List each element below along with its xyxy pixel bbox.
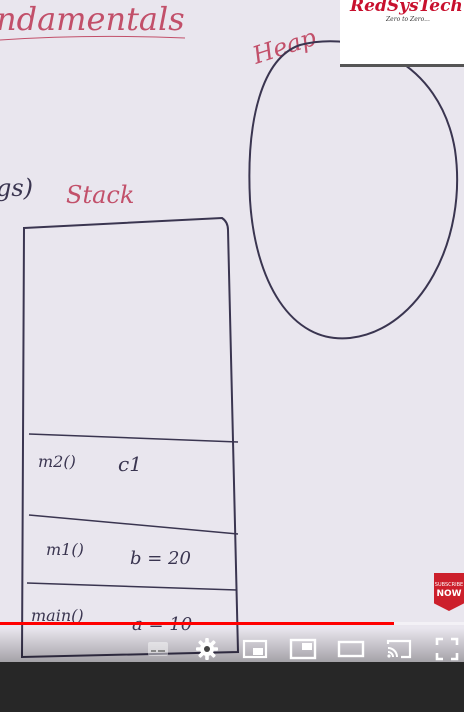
stack-label: Stack bbox=[66, 181, 134, 209]
subtitles-button[interactable] bbox=[143, 634, 173, 664]
subscribe-small-text: SUBSCRIBE bbox=[434, 582, 464, 588]
subscribe-badge[interactable]: SUBSCRIBE NOW bbox=[434, 573, 464, 611]
frame-method-label: m2() bbox=[38, 452, 76, 471]
video-frame[interactable]: ndamentals gs) Stack Heap m2() c1 m1() b… bbox=[0, 0, 464, 662]
heap-label: Heap bbox=[248, 23, 319, 70]
cast-button[interactable] bbox=[384, 634, 414, 664]
fullscreen-icon bbox=[435, 637, 459, 661]
miniplayer-button[interactable] bbox=[240, 634, 270, 664]
progress-played bbox=[0, 622, 395, 625]
brand-text: RedSysTech bbox=[350, 0, 463, 16]
heap-circle bbox=[248, 40, 459, 340]
fullscreen-button[interactable] bbox=[432, 634, 462, 664]
pip-button[interactable] bbox=[288, 634, 318, 664]
channel-logo: RedSysTech Zero to Zero... bbox=[340, 0, 464, 67]
title-text: ndamentals bbox=[0, 0, 185, 38]
frame-method-label: m1() bbox=[46, 540, 84, 559]
miniplayer-icon bbox=[242, 639, 268, 659]
stack-divider bbox=[28, 433, 239, 443]
below-player-area bbox=[0, 662, 464, 712]
stack-divider bbox=[28, 514, 239, 535]
subscribe-big-text: NOW bbox=[436, 589, 462, 599]
picture-in-picture-icon bbox=[289, 638, 317, 660]
subtitles-icon bbox=[148, 642, 168, 656]
tagline-text: Zero to Zero... bbox=[386, 16, 430, 23]
settings-button[interactable] bbox=[192, 634, 222, 664]
stack-divider bbox=[26, 582, 238, 591]
settings-gear-icon bbox=[196, 638, 218, 660]
cast-icon bbox=[386, 639, 412, 659]
whiteboard-drawing: ndamentals gs) Stack Heap m2() c1 m1() b… bbox=[0, 0, 459, 659]
theater-mode-icon bbox=[337, 640, 365, 658]
progress-bar[interactable] bbox=[0, 622, 464, 625]
frame-vars-label: b = 20 bbox=[130, 548, 191, 569]
frame-vars-label: c1 bbox=[118, 452, 142, 476]
theater-mode-button[interactable] bbox=[336, 634, 366, 664]
args-text: gs) bbox=[0, 174, 33, 202]
